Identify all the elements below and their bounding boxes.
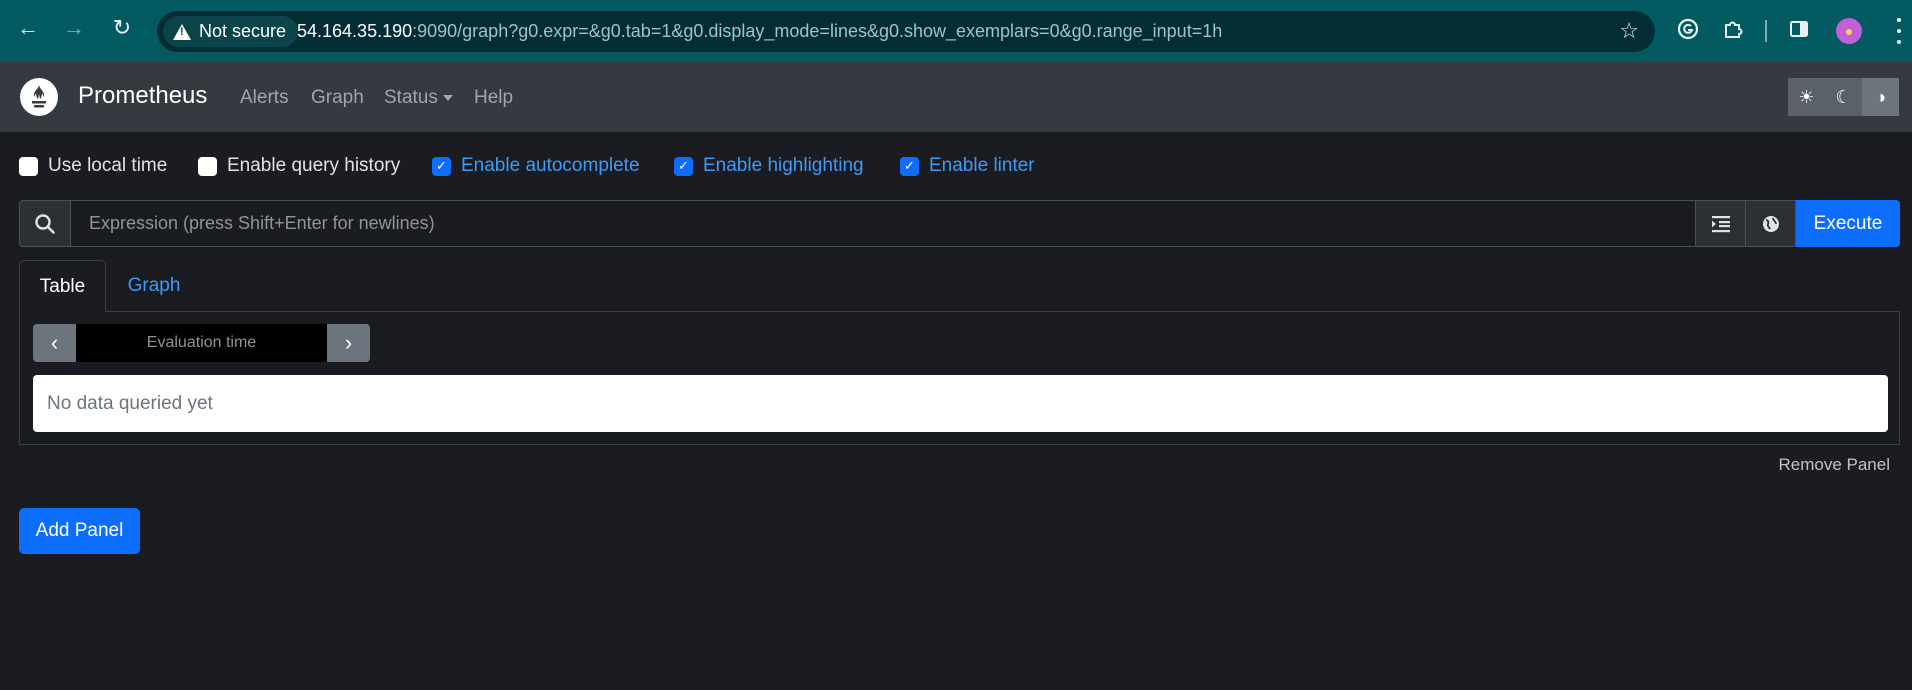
checkbox-highlighting[interactable]: ✓ (674, 156, 693, 176)
forward-arrow-icon[interactable]: → (60, 14, 88, 42)
option-autocomplete[interactable]: ✓ Enable autocomplete (432, 155, 640, 177)
execute-button[interactable]: Execute (1796, 200, 1900, 247)
search-icon[interactable] (19, 200, 71, 247)
url-host: 54.164.35.190 (297, 21, 413, 41)
option-highlighting[interactable]: ✓ Enable highlighting (674, 155, 864, 177)
option-query-history[interactable]: Enable query history (198, 155, 400, 177)
option-label: Enable highlighting (703, 155, 864, 176)
option-label: Enable linter (929, 155, 1035, 176)
profile-avatar[interactable]: ● (1836, 18, 1862, 44)
expression-input[interactable] (71, 200, 1696, 247)
url-path: :9090/graph?g0.expr=&g0.tab=1&g0.display… (412, 21, 1223, 41)
extensions-puzzle-icon[interactable] (1720, 16, 1746, 42)
theme-toggle-group: ☀ ☾ ◑ (1788, 78, 1899, 116)
back-arrow-icon[interactable]: ← (14, 14, 42, 42)
evaluation-time-control: ‹ › (33, 324, 370, 362)
caret-down-icon (442, 94, 453, 101)
dark-theme-moon-icon[interactable]: ☾ (1825, 78, 1862, 116)
light-theme-sun-icon[interactable]: ☀ (1788, 78, 1825, 116)
checkbox-query-history[interactable] (198, 156, 217, 176)
toolbar-divider (1765, 20, 1767, 42)
option-label: Enable query history (227, 155, 401, 176)
app-navbar: Prometheus Alerts Graph Status Help ☀ ☾ … (0, 62, 1912, 132)
auto-theme-half-circle-icon[interactable]: ◑ (1862, 78, 1899, 116)
side-panel-icon[interactable] (1786, 16, 1812, 42)
browser-menu-icon[interactable] (1896, 18, 1902, 44)
checkbox-linter[interactable]: ✓ (900, 156, 919, 176)
evaluation-time-input[interactable] (76, 324, 327, 362)
add-panel-button[interactable]: Add Panel (19, 508, 140, 554)
brand-name[interactable]: Prometheus (78, 82, 207, 110)
option-linter[interactable]: ✓ Enable linter (900, 155, 1035, 177)
prometheus-logo-icon[interactable] (20, 78, 58, 116)
option-use-local-time[interactable]: Use local time (19, 155, 167, 177)
security-label: Not secure (199, 21, 287, 41)
nav-help[interactable]: Help (474, 87, 513, 109)
nav-status-label: Status (384, 87, 438, 108)
reload-icon[interactable]: ↻ (108, 14, 136, 42)
nav-alerts[interactable]: Alerts (240, 87, 289, 109)
warning-icon (173, 23, 191, 40)
option-label: Enable autocomplete (461, 155, 640, 176)
url-text[interactable]: 54.164.35.190:9090/graph?g0.expr=&g0.tab… (297, 21, 1222, 42)
option-label: Use local time (48, 155, 168, 176)
no-data-alert: No data queried yet (33, 375, 1888, 432)
metrics-explorer-globe-icon[interactable] (1746, 200, 1796, 247)
security-chip[interactable]: Not secure (163, 16, 299, 47)
tab-graph[interactable]: Graph (106, 260, 202, 312)
remove-panel-link[interactable]: Remove Panel (1778, 455, 1890, 475)
checkbox-use-local-time[interactable] (19, 156, 38, 176)
address-bar[interactable]: Not secure 54.164.35.190:9090/graph?g0.e… (157, 11, 1655, 52)
tab-table[interactable]: Table (19, 260, 106, 312)
chevron-left-icon[interactable]: ‹ (33, 324, 76, 362)
nav-status[interactable]: Status (384, 87, 453, 109)
checkbox-autocomplete[interactable]: ✓ (432, 156, 451, 176)
nav-graph[interactable]: Graph (311, 87, 364, 109)
browser-toolbar: ← → ↻ Not secure 54.164.35.190:9090/grap… (0, 0, 1912, 62)
expression-row: Execute (19, 200, 1900, 247)
chevron-right-icon[interactable]: › (327, 324, 370, 362)
format-expression-indent-icon[interactable] (1696, 200, 1746, 247)
panel-body: ‹ › No data queried yet (19, 311, 1900, 445)
bookmark-star-icon[interactable]: ☆ (1619, 18, 1639, 44)
grammarly-extension-icon[interactable] (1675, 16, 1701, 42)
